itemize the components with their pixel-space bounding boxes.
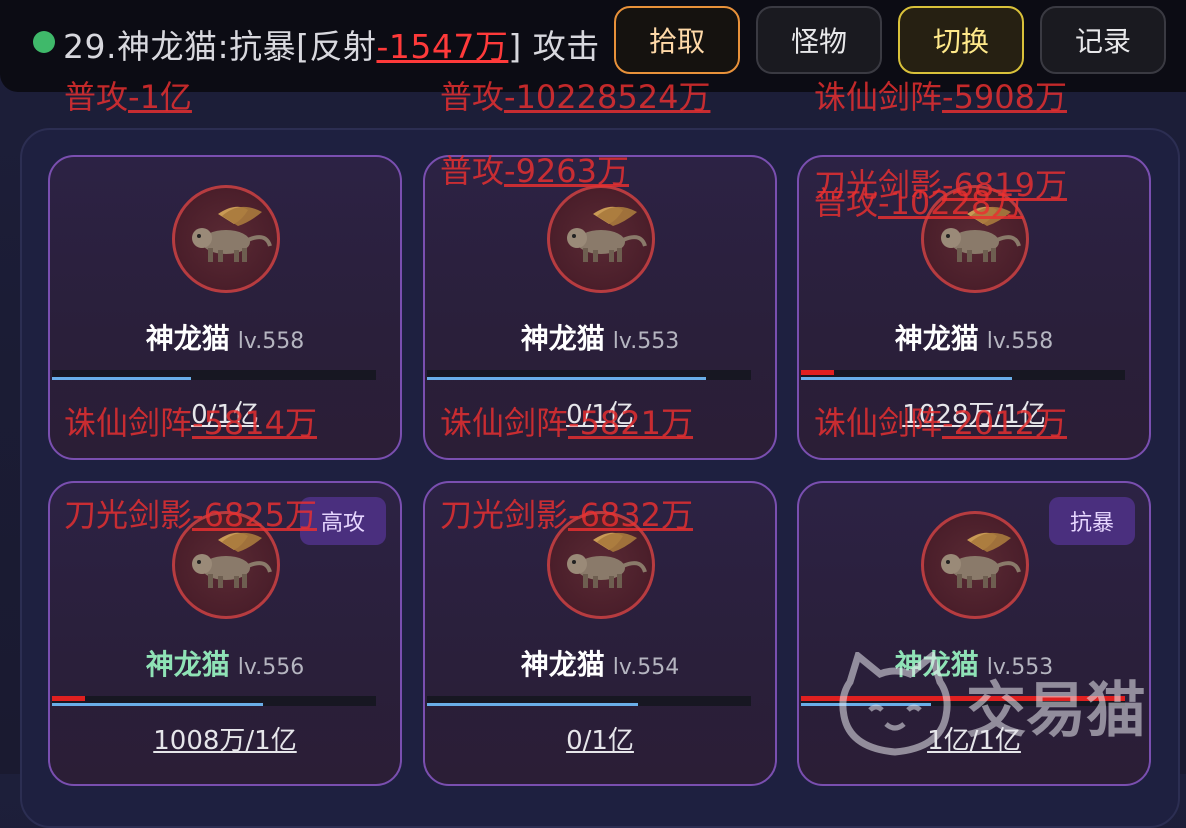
monster-card[interactable]: 神龙猫 lv.556 1008万/1亿 高攻 [48, 481, 402, 786]
progress-fill [801, 377, 1012, 380]
monster-portrait [921, 185, 1029, 293]
monster-card[interactable]: 神龙猫 lv.558 1028万/1亿 [797, 155, 1151, 460]
monster-portrait [547, 185, 655, 293]
progress-fill [427, 703, 638, 706]
monster-hp-text: 1028万/1亿 [902, 400, 1046, 430]
flying-cat-icon [927, 528, 1023, 602]
monster-name: 神龙猫 lv.556 [145, 648, 305, 681]
monster-portrait [172, 511, 280, 619]
monster-level: lv.558 [986, 329, 1054, 354]
log-button[interactable]: 记录 [1040, 6, 1166, 74]
flying-cat-icon [178, 528, 274, 602]
watermark: 交易猫 [836, 649, 1146, 762]
monster-button[interactable]: 怪物 [756, 6, 882, 74]
flying-cat-icon [927, 202, 1023, 276]
flying-cat-icon [553, 202, 649, 276]
monster-name: 神龙猫 lv.553 [520, 322, 680, 355]
monster-hp-text: 1008万/1亿 [153, 726, 297, 756]
monster-progress-bar [427, 696, 751, 706]
pickup-button[interactable]: 拾取 [614, 6, 740, 74]
progress-fill [52, 377, 192, 380]
monster-name: 神龙猫 lv.558 [145, 322, 305, 355]
watermark-text: 交易猫 [966, 676, 1146, 746]
progress-fill [427, 377, 706, 380]
monster-card[interactable]: 神龙猫 lv.558 0/1亿 [48, 155, 402, 460]
monster-name: 神龙猫 lv.554 [520, 648, 680, 681]
monster-level: lv.556 [237, 655, 305, 680]
monster-hp-text: 0/1亿 [191, 400, 259, 430]
progress-fill [52, 703, 263, 706]
monster-trait-badge: 抗暴 [1049, 497, 1135, 545]
monster-portrait [172, 185, 280, 293]
switch-button[interactable]: 切换 [898, 6, 1024, 74]
monster-portrait [921, 511, 1029, 619]
monster-progress-bar [801, 370, 1125, 380]
monster-progress-bar [52, 696, 376, 706]
online-status-dot [33, 31, 55, 53]
top-combat-bar: 29.神龙猫:抗暴[反射-1547万] 攻击 拾取 怪物 切换 记录 [0, 0, 1186, 92]
monster-level: lv.554 [612, 655, 680, 680]
monster-trait-badge: 高攻 [300, 497, 386, 545]
monster-name: 神龙猫 lv.558 [894, 322, 1054, 355]
monster-progress-bar [52, 370, 376, 380]
monster-hp-text: 0/1亿 [566, 400, 634, 430]
flying-cat-icon [553, 528, 649, 602]
monster-level: lv.553 [612, 329, 680, 354]
monster-progress-bar [427, 370, 751, 380]
hp-fill [801, 370, 835, 375]
cat-logo-icon [839, 649, 951, 756]
monster-portrait [547, 511, 655, 619]
monster-hp-text: 0/1亿 [566, 726, 634, 756]
hp-fill [52, 696, 85, 701]
monster-card[interactable]: 神龙猫 lv.553 0/1亿 [423, 155, 777, 460]
combat-log-line: 29.神龙猫:抗暴[反射-1547万] 攻击 [63, 27, 600, 66]
monster-level: lv.558 [237, 329, 305, 354]
flying-cat-icon [178, 202, 274, 276]
monster-card[interactable]: 神龙猫 lv.554 0/1亿 [423, 481, 777, 786]
